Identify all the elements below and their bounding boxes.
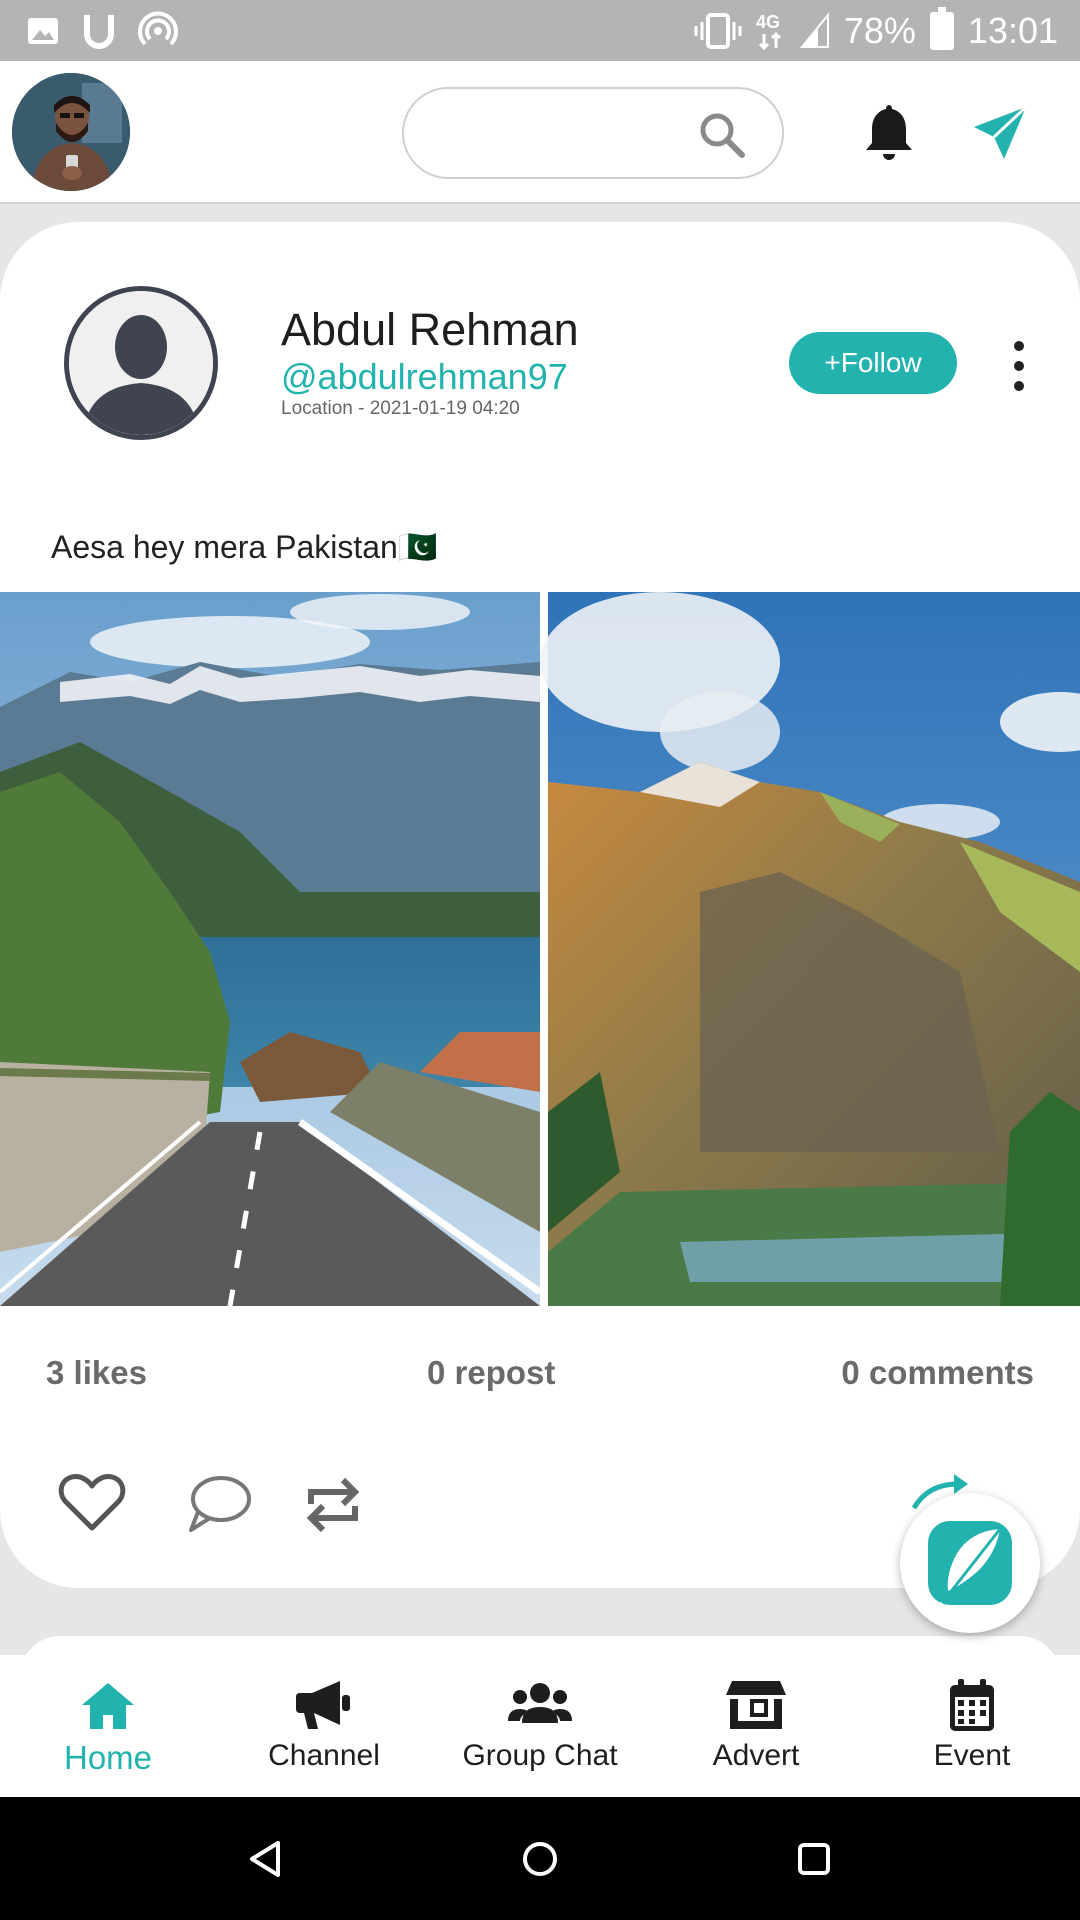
network-type-icon: 4G [756, 12, 781, 50]
image-notification-icon [28, 17, 58, 44]
signal-icon [799, 12, 829, 48]
bottom-navigation: Home Channel Group Chat Advert Event [0, 1655, 1080, 1797]
recents-icon[interactable] [792, 1837, 836, 1881]
home-icon [82, 1683, 134, 1729]
nav-label-event: Event [933, 1739, 1011, 1772]
battery-percent: 78% [843, 9, 916, 51]
follow-button[interactable]: +Follow [789, 332, 957, 394]
store-icon [726, 1681, 786, 1729]
repost-count[interactable]: 0 repost [427, 1354, 555, 1392]
u-notification-icon [84, 14, 114, 49]
post-card: Abdul Rehman @abdulrehman97 Location - 2… [0, 222, 1080, 1588]
nav-advert[interactable]: Advert [648, 1655, 864, 1797]
nav-label-channel: Channel [268, 1739, 380, 1772]
hotspot-icon [138, 11, 178, 45]
post-image[interactable] [0, 592, 1080, 1306]
nav-event[interactable]: Event [864, 1655, 1080, 1797]
status-system: 4G 78% 13:01 [694, 6, 1058, 52]
like-heart-icon[interactable] [58, 1472, 126, 1534]
nav-label-home: Home [63, 1739, 153, 1776]
vibrate-icon [694, 12, 742, 49]
top-app-bar [0, 61, 1080, 204]
back-icon[interactable] [244, 1837, 288, 1881]
megaphone-icon [296, 1681, 350, 1729]
likes-count[interactable]: 3 likes [46, 1354, 147, 1392]
author-handle[interactable]: @abdulrehman97 [281, 356, 568, 398]
bell-icon[interactable] [862, 101, 916, 163]
home-circle-icon[interactable] [518, 1837, 562, 1881]
search-input[interactable] [428, 107, 698, 161]
users-icon [508, 1683, 572, 1723]
system-navigation-bar [0, 1797, 1080, 1920]
nav-label-advert: Advert [712, 1739, 800, 1772]
more-options-icon[interactable] [1004, 338, 1034, 394]
clock: 13:01 [967, 9, 1058, 51]
nav-label-group-chat: Group Chat [462, 1739, 618, 1772]
post-meta: Location - 2021-01-19 04:20 [281, 398, 520, 419]
comments-count[interactable]: 0 comments [841, 1354, 1034, 1392]
profile-avatar[interactable] [12, 73, 130, 191]
compose-post-button[interactable] [900, 1493, 1040, 1633]
status-notifications [26, 11, 178, 51]
send-icon[interactable] [970, 103, 1030, 163]
author-name[interactable]: Abdul Rehman [281, 304, 579, 356]
comment-bubble-icon[interactable] [186, 1472, 252, 1534]
svg-text:4G: 4G [756, 12, 780, 32]
feather-pen-icon [928, 1521, 1012, 1611]
search-box[interactable] [402, 87, 784, 179]
landscape-photo [0, 592, 1080, 1306]
status-bar: 4G 78% 13:01 [0, 0, 1080, 61]
author-avatar[interactable] [64, 286, 218, 440]
nav-home[interactable]: Home [0, 1655, 216, 1797]
nav-channel[interactable]: Channel [216, 1655, 432, 1797]
profile-photo [12, 73, 130, 191]
nav-group-chat[interactable]: Group Chat [432, 1655, 648, 1797]
calendar-icon [950, 1679, 994, 1731]
repost-icon[interactable] [303, 1472, 363, 1538]
battery-icon [929, 6, 954, 50]
default-user-icon [69, 291, 213, 435]
post-caption: Aesa hey mera Pakistan🇵🇰 [51, 529, 438, 565]
search-icon[interactable] [696, 109, 748, 161]
